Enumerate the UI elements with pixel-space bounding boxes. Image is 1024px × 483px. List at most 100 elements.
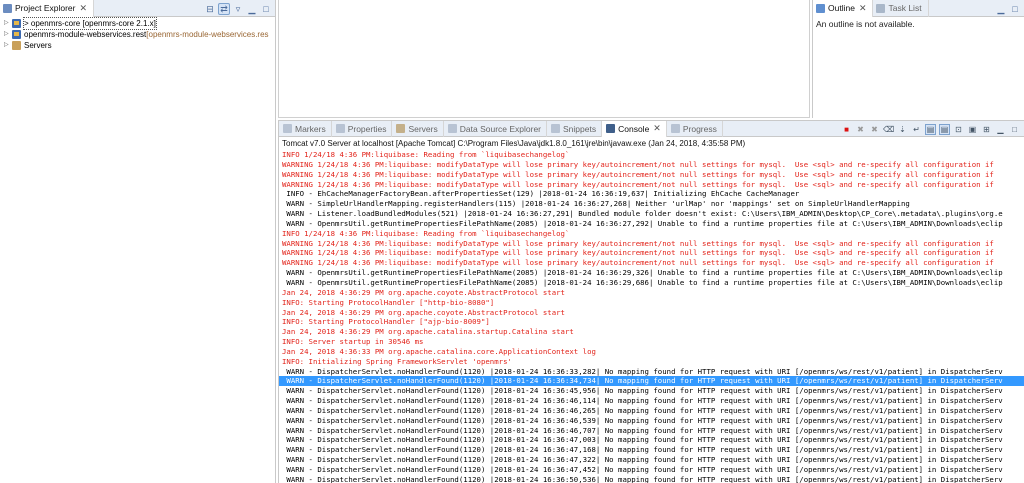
console-toolbar: ■ ✖ ✖ ⌫ ⇣ ↵ ▤ ▤ ⊡ ▣ ⊞ ▁ □ <box>841 121 1020 137</box>
console-line[interactable]: WARN - DispatcherServlet.noHandlerFound(… <box>282 435 1024 445</box>
console-line[interactable]: WARN - Listener.loadBundledModules(521) … <box>282 209 1024 219</box>
console-line[interactable]: INFO 1/24/18 4:36 PM:liquibase: Reading … <box>282 150 1024 160</box>
console-line[interactable]: WARN - DispatcherServlet.noHandlerFound(… <box>282 367 1024 377</box>
console-line[interactable]: WARN - DispatcherServlet.noHandlerFound(… <box>282 475 1024 483</box>
tab-console[interactable]: Console ✕ <box>602 121 667 137</box>
project-tree: ▷ > openmrs-core [openmrs-core 2.1.x] ▷ … <box>0 17 275 51</box>
close-icon[interactable]: ✕ <box>653 123 661 134</box>
expand-icon[interactable]: ▷ <box>4 18 11 29</box>
maximize-icon[interactable]: □ <box>1009 3 1021 15</box>
maximize-icon[interactable]: □ <box>260 3 272 15</box>
minimize-icon[interactable]: ▁ <box>995 124 1006 135</box>
console-line[interactable]: Jan 24, 2018 4:36:33 PM org.apache.catal… <box>282 347 1024 357</box>
console-line[interactable]: WARN - DispatcherServlet.noHandlerFound(… <box>282 386 1024 396</box>
console-tab-strip: Markers Properties Servers Data Source E… <box>279 121 1024 137</box>
snippets-icon <box>551 124 561 133</box>
project-explorer-icon <box>3 3 12 13</box>
outline-tab-strip: Outline ✕ Task List ▁ □ <box>813 0 1024 17</box>
console-line[interactable]: INFO: Starting ProtocolHandler ["ajp-bio… <box>282 317 1024 327</box>
tab-project-explorer[interactable]: Project Explorer ✕ <box>0 0 95 17</box>
tab-servers[interactable]: Servers <box>392 121 444 137</box>
pin-console-icon[interactable]: ⊡ <box>953 124 964 135</box>
console-output[interactable]: INFO 1/24/18 4:36 PM:liquibase: Reading … <box>279 150 1024 483</box>
tab-properties[interactable]: Properties <box>332 121 393 137</box>
console-line[interactable]: WARN - DispatcherServlet.noHandlerFound(… <box>282 465 1024 475</box>
console-line[interactable]: WARN - DispatcherServlet.noHandlerFound(… <box>282 416 1024 426</box>
minimize-icon[interactable]: ▁ <box>995 3 1007 15</box>
console-panel: Markers Properties Servers Data Source E… <box>278 120 1024 483</box>
console-line[interactable]: WARNING 1/24/18 4:36 PM:liquibase: modif… <box>282 170 1024 180</box>
console-icon <box>606 124 616 133</box>
console-line[interactable]: WARNING 1/24/18 4:36 PM:liquibase: modif… <box>282 180 1024 190</box>
console-line[interactable]: WARNING 1/24/18 4:36 PM:liquibase: modif… <box>282 248 1024 258</box>
tree-item-label: Servers <box>24 41 52 50</box>
tree-item-label: > openmrs-core [openmrs-core 2.1.x] <box>23 17 157 30</box>
tab-label: Properties <box>347 123 387 134</box>
console-line[interactable]: WARNING 1/24/18 4:36 PM:liquibase: modif… <box>282 239 1024 249</box>
console-line-selected[interactable]: WARN - DispatcherServlet.noHandlerFound(… <box>279 376 1024 387</box>
tab-label: Progress <box>682 123 717 134</box>
outline-message: An outline is not available. <box>816 19 915 29</box>
collapse-all-icon[interactable]: ⊟ <box>204 3 216 15</box>
console-line[interactable]: INFO: Initializing Spring FrameworkServl… <box>282 357 1024 367</box>
console-line[interactable]: INFO: Server startup in 30546 ms <box>282 337 1024 347</box>
console-line[interactable]: Jan 24, 2018 4:36:29 PM org.apache.coyot… <box>282 288 1024 298</box>
console-line[interactable]: WARNING 1/24/18 4:36 PM:liquibase: modif… <box>282 160 1024 170</box>
console-line[interactable]: Jan 24, 2018 4:36:29 PM org.apache.coyot… <box>282 308 1024 318</box>
tab-outline[interactable]: Outline ✕ <box>813 0 874 17</box>
console-line[interactable]: WARN - DispatcherServlet.noHandlerFound(… <box>282 426 1024 436</box>
console-line[interactable]: WARN - OpenmrsUtil.getRuntimePropertiesF… <box>282 219 1024 229</box>
expand-icon[interactable]: ▷ <box>4 40 11 51</box>
tab-label: Console <box>618 123 650 134</box>
remove-launch-icon[interactable]: ✖ <box>855 124 866 135</box>
project-folder-icon <box>12 30 21 39</box>
maximize-icon[interactable]: □ <box>1009 124 1020 135</box>
show-on-stderr-icon[interactable]: ▤ <box>939 123 950 135</box>
display-console-icon[interactable]: ▣ <box>967 124 978 135</box>
tab-label: Task List <box>888 3 922 13</box>
tree-item-openmrs-core[interactable]: ▷ > openmrs-core [openmrs-core 2.1.x] <box>0 17 275 30</box>
scroll-lock-icon[interactable]: ⇣ <box>897 124 908 135</box>
console-line[interactable]: WARN - DispatcherServlet.noHandlerFound(… <box>282 455 1024 465</box>
editor-area[interactable] <box>278 0 810 118</box>
remove-all-terminated-icon[interactable]: ✖ <box>869 124 880 135</box>
close-icon[interactable]: ✕ <box>859 3 867 14</box>
minimize-icon[interactable]: ▁ <box>246 3 258 15</box>
view-menu-icon[interactable]: ▿ <box>232 3 244 15</box>
tab-progress[interactable]: Progress <box>667 121 723 137</box>
tree-item-openmrs-module-webservices-rest[interactable]: ▷ openmrs-module-webservices.rest [openm… <box>0 29 275 40</box>
console-line[interactable]: INFO - EhCacheManagerFactoryBean.afterPr… <box>282 189 1024 199</box>
tab-task-list[interactable]: Task List <box>873 0 929 17</box>
console-line[interactable]: Jan 24, 2018 4:36:29 PM org.apache.catal… <box>282 327 1024 337</box>
console-line[interactable]: WARN - OpenmrsUtil.getRuntimePropertiesF… <box>282 268 1024 278</box>
console-line[interactable]: WARN - SimpleUrlHandlerMapping.registerH… <box>282 199 1024 209</box>
task-list-icon <box>876 3 886 13</box>
console-line[interactable]: WARN - OpenmrsUtil.getRuntimePropertiesF… <box>282 278 1024 288</box>
console-line[interactable]: INFO 1/24/18 4:36 PM:liquibase: Reading … <box>282 229 1024 239</box>
console-line[interactable]: WARN - DispatcherServlet.noHandlerFound(… <box>282 445 1024 455</box>
show-on-stdout-icon[interactable]: ▤ <box>925 123 936 135</box>
link-with-editor-icon[interactable]: ⇄ <box>218 2 230 15</box>
console-line[interactable]: INFO: Starting ProtocolHandler ["http-bi… <box>282 298 1024 308</box>
outline-icon <box>816 3 825 13</box>
tree-item-servers[interactable]: ▷ Servers <box>0 40 275 51</box>
tab-data-source-explorer[interactable]: Data Source Explorer <box>444 121 548 137</box>
servers-icon <box>396 124 406 133</box>
data-source-icon <box>447 124 457 133</box>
tab-label: Data Source Explorer <box>459 123 542 134</box>
progress-icon <box>670 124 680 133</box>
console-line[interactable]: WARN - DispatcherServlet.noHandlerFound(… <box>282 396 1024 406</box>
word-wrap-icon[interactable]: ↵ <box>911 124 922 135</box>
console-line[interactable]: WARNING 1/24/18 4:36 PM:liquibase: modif… <box>282 258 1024 268</box>
open-console-icon[interactable]: ⊞ <box>981 124 992 135</box>
close-icon[interactable]: ✕ <box>79 3 87 14</box>
terminate-icon[interactable]: ■ <box>841 124 852 135</box>
tab-label: Outline <box>828 3 855 13</box>
clear-console-icon[interactable]: ⌫ <box>883 124 894 135</box>
expand-icon[interactable]: ▷ <box>4 29 11 40</box>
tree-item-decoration: [openmrs-module-webservices.res <box>146 30 269 39</box>
project-folder-icon <box>12 19 21 28</box>
tab-snippets[interactable]: Snippets <box>547 121 603 137</box>
tab-markers[interactable]: Markers <box>279 121 332 137</box>
console-line[interactable]: WARN - DispatcherServlet.noHandlerFound(… <box>282 406 1024 416</box>
